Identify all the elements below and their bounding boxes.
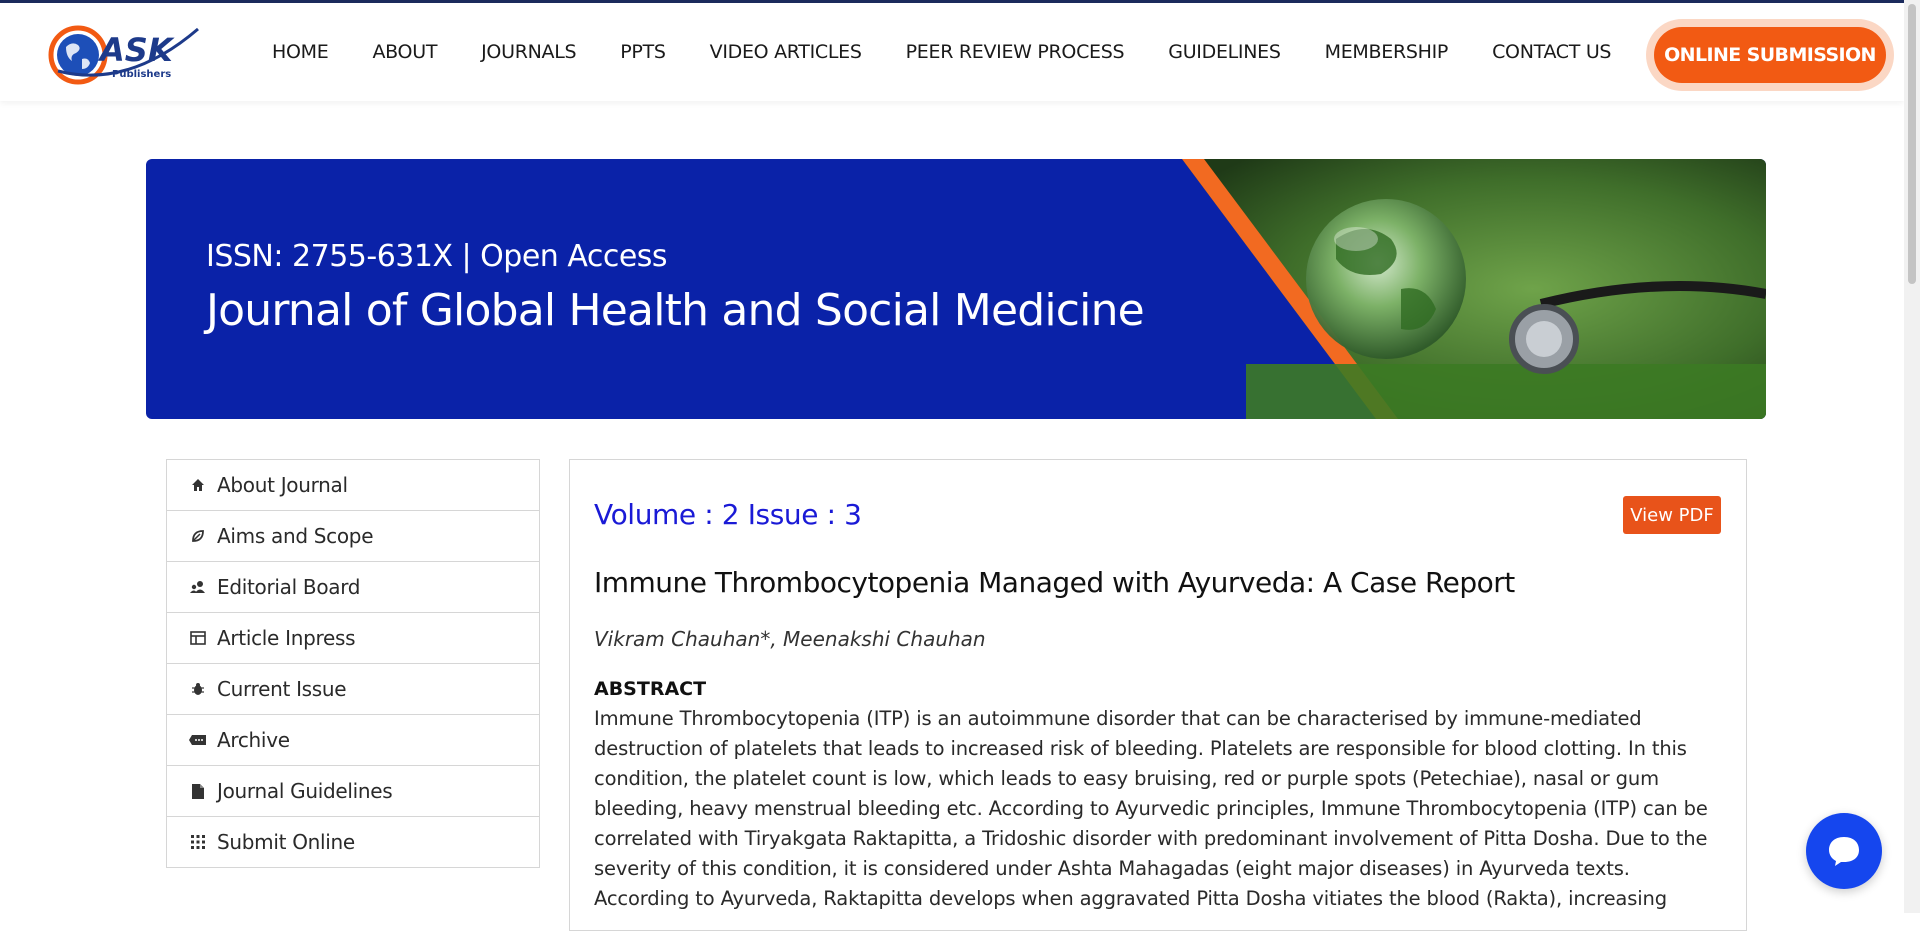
journal-title: Journal of Global Health and Social Medi… [206,285,1145,336]
ask-publishers-logo[interactable]: ASK Publishers [48,21,208,87]
volume-issue: Volume : 2 Issue : 3 [594,498,862,531]
bug-icon [189,680,207,698]
home-icon [189,476,207,494]
sidebar-item-current-issue[interactable]: Current Issue [167,664,539,715]
sidebar-item-article-inpress[interactable]: Article Inpress [167,613,539,664]
leaf-icon [189,527,207,545]
journal-sidebar: About Journal Aims and Scope Editorial B… [166,459,540,868]
nav-about[interactable]: ABOUT [372,41,437,63]
sidebar-item-archive[interactable]: Archive [167,715,539,766]
scrollbar-thumb[interactable] [1908,4,1916,284]
article-title: Immune Thrombocytopenia Managed with Ayu… [594,566,1515,599]
abstract-text: Immune Thrombocytopenia (ITP) is an auto… [594,707,1708,910]
sidebar-item-label: Aims and Scope [217,524,374,548]
logo-graphic: ASK Publishers [48,25,199,85]
archive-icon [189,731,207,749]
sidebar-item-aims-and-scope[interactable]: Aims and Scope [167,511,539,562]
abstract-heading: ABSTRACT [594,678,707,700]
people-icon [189,578,207,596]
sidebar-item-label: About Journal [217,473,348,497]
svg-text:ASK: ASK [97,31,175,69]
chat-widget-button[interactable] [1806,813,1882,889]
view-pdf-button[interactable]: View PDF [1623,496,1721,534]
online-submission-button[interactable]: ONLINE SUBMISSION [1654,27,1886,83]
sidebar-item-label: Editorial Board [217,575,361,599]
nav-membership[interactable]: MEMBERSHIP [1325,41,1449,63]
article-panel: Volume : 2 Issue : 3 View PDF Immune Thr… [569,459,1747,931]
sidebar-item-label: Journal Guidelines [217,779,393,803]
sidebar-item-journal-guidelines[interactable]: Journal Guidelines [167,766,539,817]
table-icon [189,629,207,647]
sidebar-item-about-journal[interactable]: About Journal [167,460,539,511]
nav-ppts[interactable]: PPTS [620,41,666,63]
svg-text:Publishers: Publishers [112,69,171,80]
grid-icon [189,833,207,851]
sidebar-item-label: Article Inpress [217,626,356,650]
article-authors: Vikram Chauhan*, Meenakshi Chauhan [594,627,986,651]
issn-open-access: ISSN: 2755-631X | Open Access [206,239,668,274]
nav-contact-us[interactable]: CONTACT US [1492,41,1611,63]
nav-home[interactable]: HOME [272,41,329,63]
document-icon [189,782,207,800]
sidebar-item-label: Submit Online [217,830,355,854]
sidebar-item-label: Archive [217,728,290,752]
nav-video-articles[interactable]: VIDEO ARTICLES [710,41,862,63]
online-submission-halo: ONLINE SUBMISSION [1646,19,1894,91]
sidebar-item-label: Current Issue [217,677,347,701]
sidebar-item-submit-online[interactable]: Submit Online [167,817,539,867]
chat-bubble-icon [1829,837,1859,866]
nav-guidelines[interactable]: GUIDELINES [1168,41,1281,63]
main-nav: HOME ABOUT JOURNALS PPTS VIDEO ARTICLES … [272,3,1655,101]
journal-banner: ISSN: 2755-631X | Open Access Journal of… [146,159,1766,419]
nav-journals[interactable]: JOURNALS [481,41,576,63]
sidebar-item-editorial-board[interactable]: Editorial Board [167,562,539,613]
nav-peer-review-process[interactable]: PEER REVIEW PROCESS [906,41,1125,63]
top-navbar: ASK Publishers HOME ABOUT JOURNALS PPTS … [0,0,1904,101]
